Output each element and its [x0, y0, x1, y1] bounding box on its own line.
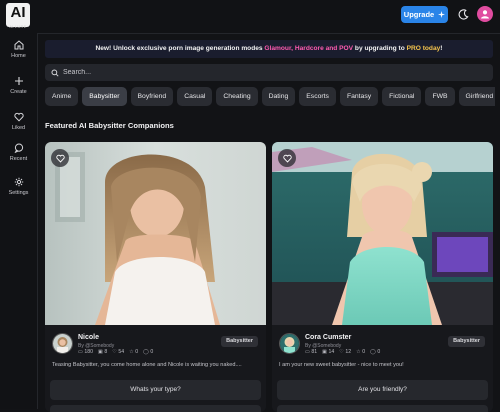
companion-name[interactable]: Cora Cumster	[305, 334, 351, 341]
sparkle-icon	[438, 11, 446, 18]
search-icon	[51, 68, 59, 77]
upgrade-label: Upgrade	[403, 10, 435, 19]
heart-icon	[55, 154, 65, 163]
chip-babysitter[interactable]: Babysitter	[82, 87, 127, 106]
promo-banner[interactable]: New! Unlock exclusive porn image generat…	[45, 40, 493, 58]
moon-icon[interactable]	[458, 9, 469, 20]
category-badge: Babysitter	[448, 336, 485, 347]
companion-card[interactable]: Nicole By @Somebody ▭ 180 ▣ 8 ♡ 54 ☆ 0 ◯ 0 B…	[45, 142, 266, 412]
companion-card[interactable]: Cora Cumster By @Somebody ▭ 81 ▣ 14 ♡ 12 ☆ …	[272, 142, 493, 412]
user-avatar[interactable]	[477, 6, 493, 22]
comments-count: ◯ 0	[143, 349, 154, 355]
sidebar-item-label: Settings	[8, 190, 29, 196]
sidebar-item-settings[interactable]: Settings	[0, 177, 37, 196]
sidebar-item-label: Liked	[11, 125, 26, 131]
companion-name[interactable]: Nicole	[78, 334, 99, 341]
category-badge: Babysitter	[221, 336, 258, 347]
companion-avatar[interactable]	[52, 333, 73, 354]
avatar-image	[53, 334, 72, 353]
section-title: Featured AI Babysitter Companions	[45, 121, 174, 130]
search-input[interactable]	[63, 69, 463, 76]
companion-image[interactable]	[272, 142, 493, 325]
banner-pro-link[interactable]: PRO today	[407, 45, 441, 52]
banner-text-middle: by upgrading to	[353, 45, 407, 52]
app-logo-subtitle: ALLURE	[9, 24, 27, 29]
messages-count: ▭ 180	[78, 349, 93, 355]
card-info: Cora Cumster By @Somebody ▭ 81 ▣ 14 ♡ 12 ☆ …	[272, 325, 493, 412]
chip-fwb[interactable]: FWB	[425, 87, 455, 106]
sidebar-item-recent[interactable]: Recent	[0, 143, 37, 162]
chip-dating[interactable]: Dating	[261, 87, 296, 106]
likes-count: ♡ 54	[112, 349, 125, 355]
sidebar-item-label: Recent	[9, 156, 28, 162]
chip-boyfriend[interactable]: Boyfriend	[130, 87, 174, 106]
upgrade-button[interactable]: Upgrade	[401, 6, 448, 23]
home-icon	[14, 40, 23, 50]
heart-icon	[13, 112, 24, 122]
sidebar-item-home[interactable]: Home	[0, 40, 37, 59]
banner-modes: Glamour, Hardcore and POV	[264, 45, 354, 52]
messages-count: ▭ 81	[305, 349, 318, 355]
chip-cheating[interactable]: Cheating	[216, 87, 258, 106]
stars-count: ☆ 0	[356, 349, 366, 355]
card-info: Nicole By @Somebody ▭ 180 ▣ 8 ♡ 54 ☆ 0 ◯ 0 B…	[45, 325, 266, 412]
suggested-prompt-button[interactable]: Are you friendly?	[277, 380, 488, 400]
banner-text: New! Unlock exclusive porn image generat…	[95, 45, 265, 52]
sidebar-item-label: Home	[11, 53, 26, 59]
companion-stats: ▭ 81 ▣ 14 ♡ 12 ☆ 0 ◯ 0	[305, 349, 385, 355]
top-bar: AI ALLURE Upgrade	[0, 0, 500, 34]
chip-fantasy[interactable]: Fantasy	[339, 87, 379, 106]
like-button[interactable]	[51, 149, 69, 167]
avatar-image	[280, 334, 299, 353]
chip-fictional[interactable]: Fictional	[382, 87, 422, 106]
heart-icon	[282, 154, 292, 163]
companion-description: I am your new sweet babysitter - nice to…	[279, 362, 404, 368]
companion-image[interactable]	[45, 142, 266, 325]
comments-count: ◯ 0	[370, 349, 381, 355]
chat-icon	[14, 143, 23, 153]
chip-escorts[interactable]: Escorts	[299, 87, 336, 106]
images-count: ▣ 8	[98, 349, 108, 355]
sidebar-item-liked[interactable]: Liked	[0, 112, 37, 131]
gear-icon	[14, 177, 23, 187]
plus-icon	[14, 77, 23, 85]
companion-stats: ▭ 180 ▣ 8 ♡ 54 ☆ 0 ◯ 0	[78, 349, 158, 355]
chip-casual[interactable]: Casual	[177, 87, 213, 106]
companion-avatar[interactable]	[279, 333, 300, 354]
category-chips: Anime Babysitter Boyfriend Casual Cheating Da…	[45, 87, 495, 107]
suggested-prompt-button[interactable]: Whats your type?	[50, 380, 261, 400]
companion-description: Teasing Babysitter, you come home alone …	[52, 362, 242, 368]
stars-count: ☆ 0	[129, 349, 139, 355]
banner-text-end: !	[440, 45, 443, 52]
sidebar: Home Create Liked Recent Settings	[0, 33, 38, 409]
user-icon	[481, 10, 489, 19]
likes-count: ♡ 12	[339, 349, 352, 355]
chip-girlfriend[interactable]: Girlfriend	[458, 87, 495, 106]
sidebar-item-create[interactable]: Create	[0, 76, 37, 95]
sidebar-item-label: Create	[10, 89, 27, 95]
like-button[interactable]	[278, 149, 296, 167]
images-count: ▣ 14	[322, 349, 335, 355]
search-bar[interactable]	[45, 64, 493, 81]
chip-anime[interactable]: Anime	[45, 87, 79, 106]
